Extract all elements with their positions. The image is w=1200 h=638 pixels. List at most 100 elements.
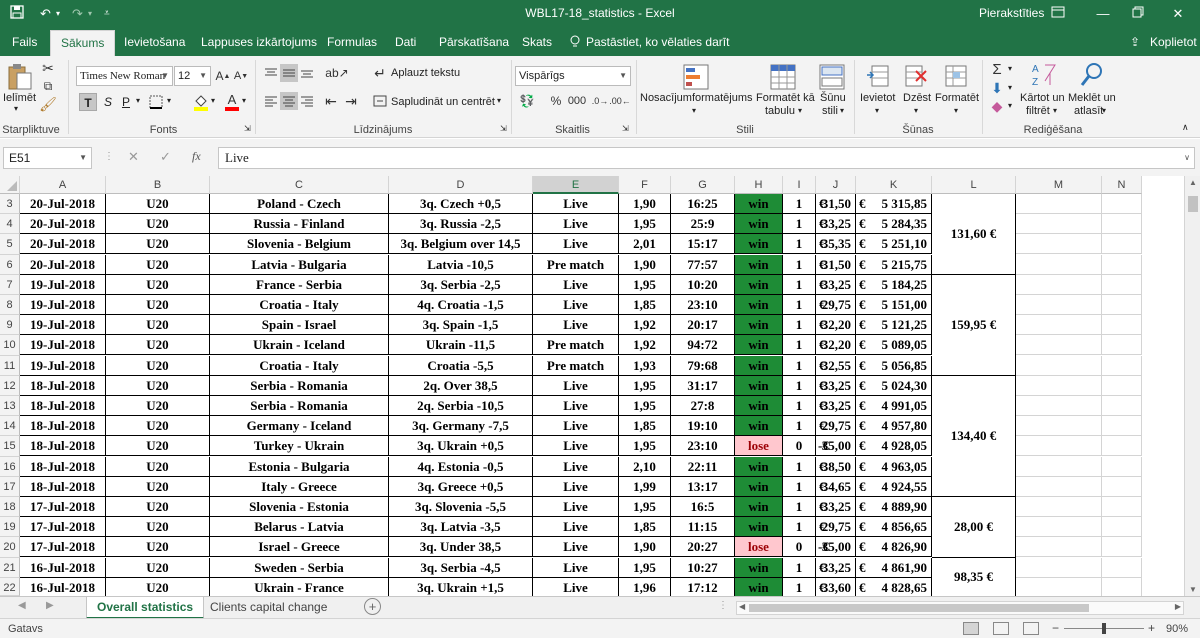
time-cell[interactable]: 20:27 xyxy=(671,537,735,558)
underline-dropdown-icon[interactable]: ▾ xyxy=(136,96,140,105)
profit-cell[interactable]: €33,60 xyxy=(816,577,856,596)
category-cell[interactable]: U20 xyxy=(106,436,210,457)
bet-cell[interactable]: 4q. Estonia -0,5 xyxy=(389,456,533,477)
bet-type-cell[interactable]: Pre match xyxy=(533,254,619,275)
row-header[interactable]: 15 xyxy=(0,436,20,457)
empty-cell[interactable] xyxy=(1102,375,1142,396)
profit-cell[interactable]: €29,75 xyxy=(816,517,856,538)
match-cell[interactable]: Ukrain - France xyxy=(210,577,389,596)
balance-cell[interactable]: €5 251,10 xyxy=(856,234,932,255)
match-cell[interactable]: Slovenia - Estonia xyxy=(210,497,389,517)
find-select-dropdown-icon[interactable]: ▾ xyxy=(1102,106,1106,115)
borders-dropdown-icon[interactable]: ▾ xyxy=(167,96,171,105)
conditional-format-icon[interactable] xyxy=(682,62,710,92)
profit-cell[interactable]: €32,20 xyxy=(816,335,856,356)
win-flag-cell[interactable]: 1 xyxy=(783,456,816,477)
decrease-decimal-icon[interactable]: .00← xyxy=(609,92,631,110)
time-cell[interactable]: 22:11 xyxy=(671,456,735,477)
bet-cell[interactable]: 3q. Greece +0,5 xyxy=(389,476,533,497)
tab-insert[interactable]: Ievietošana xyxy=(124,35,185,49)
restore-icon[interactable] xyxy=(1128,4,1148,24)
format-painter-icon[interactable]: 🖌 xyxy=(39,96,57,112)
match-cell[interactable]: Poland - Czech xyxy=(210,194,389,214)
row-header[interactable]: 21 xyxy=(0,557,20,578)
win-flag-cell[interactable]: 1 xyxy=(783,476,816,497)
row-header[interactable]: 19 xyxy=(0,517,20,538)
win-flag-cell[interactable]: 0 xyxy=(783,436,816,457)
scroll-up-icon[interactable]: ▲ xyxy=(1189,178,1197,187)
match-cell[interactable]: Latvia - Bulgaria xyxy=(210,254,389,275)
dialog-launcher-icon[interactable]: ⇲ xyxy=(244,124,251,133)
profit-cell[interactable]: €32,20 xyxy=(816,315,856,336)
add-sheet-icon[interactable]: + xyxy=(364,598,381,615)
bet-type-cell[interactable]: Live xyxy=(533,315,619,336)
win-flag-cell[interactable]: 1 xyxy=(783,396,816,416)
column-header[interactable]: H xyxy=(735,176,783,194)
odds-cell[interactable]: 1,90 xyxy=(619,254,671,275)
result-cell[interactable]: win xyxy=(735,476,783,497)
odds-cell[interactable]: 1,90 xyxy=(619,537,671,558)
bet-cell[interactable]: 3q. Belgium over 14,5 xyxy=(389,234,533,255)
balance-cell[interactable]: €4 826,90 xyxy=(856,537,932,558)
sheet-tab-overall-statistics[interactable]: Overall statistics xyxy=(86,597,205,619)
conditional-format-dropdown-icon[interactable]: ▾ xyxy=(692,106,696,115)
comma-style-icon[interactable]: 000 xyxy=(565,92,589,110)
win-flag-cell[interactable]: 1 xyxy=(783,497,816,517)
format-as-table-button[interactable]: Formatēt kā xyxy=(756,92,815,104)
win-flag-cell[interactable]: 1 xyxy=(783,335,816,356)
time-cell[interactable]: 10:20 xyxy=(671,274,735,295)
result-cell[interactable]: win xyxy=(735,315,783,336)
bet-cell[interactable]: 3q. Russia -2,5 xyxy=(389,214,533,235)
delete-dropdown-icon[interactable]: ▾ xyxy=(914,106,918,115)
zoom-slider-handle[interactable] xyxy=(1102,623,1106,634)
increase-decimal-icon[interactable]: .0→ xyxy=(591,92,609,110)
format-as-table-icon[interactable] xyxy=(769,62,797,92)
category-cell[interactable]: U20 xyxy=(106,456,210,477)
empty-cell[interactable] xyxy=(1016,315,1102,336)
share-button[interactable]: Koplietot xyxy=(1150,35,1197,49)
date-cell[interactable]: 20-Jul-2018 xyxy=(20,254,106,275)
scroll-thumb[interactable] xyxy=(749,604,1089,612)
empty-cell[interactable] xyxy=(1102,234,1142,255)
win-flag-cell[interactable]: 1 xyxy=(783,557,816,578)
match-cell[interactable]: Ukrain - Iceland xyxy=(210,335,389,356)
align-bottom-icon[interactable] xyxy=(298,64,316,82)
scroll-right-icon[interactable]: ▶ xyxy=(1175,602,1181,611)
odds-cell[interactable]: 1,85 xyxy=(619,295,671,315)
result-cell[interactable]: win xyxy=(735,416,783,437)
clear-dropdown-icon[interactable]: ▾ xyxy=(1008,101,1012,110)
bet-cell[interactable]: Ukrain -11,5 xyxy=(389,335,533,356)
result-cell[interactable]: lose xyxy=(735,537,783,558)
win-flag-cell[interactable]: 1 xyxy=(783,355,816,376)
category-cell[interactable]: U20 xyxy=(106,194,210,214)
empty-cell[interactable] xyxy=(1016,456,1102,477)
date-cell[interactable]: 18-Jul-2018 xyxy=(20,396,106,416)
align-middle-icon[interactable] xyxy=(280,64,298,82)
profit-cell[interactable]: €38,50 xyxy=(816,456,856,477)
result-cell[interactable]: win xyxy=(735,557,783,578)
match-cell[interactable]: Spain - Israel xyxy=(210,315,389,336)
date-cell[interactable]: 18-Jul-2018 xyxy=(20,416,106,437)
select-all-corner[interactable] xyxy=(0,176,20,194)
empty-cell[interactable] xyxy=(1102,274,1142,295)
align-left-icon[interactable] xyxy=(262,92,280,110)
balance-cell[interactable]: €4 889,90 xyxy=(856,497,932,517)
empty-cell[interactable] xyxy=(1102,315,1142,336)
row-header[interactable]: 18 xyxy=(0,497,20,518)
odds-cell[interactable]: 1,85 xyxy=(619,416,671,437)
tell-me-search[interactable]: Pastāstiet, ko vēlaties darīt xyxy=(586,35,729,49)
odds-cell[interactable]: 2,01 xyxy=(619,234,671,255)
daily-total-cell[interactable]: 98,35 € xyxy=(932,557,1016,596)
merge-center-icon[interactable] xyxy=(372,92,388,110)
empty-cell[interactable] xyxy=(1016,537,1102,558)
format-as-table-button-line2[interactable]: tabulu xyxy=(765,105,795,117)
bet-cell[interactable]: 3q. Serbia -2,5 xyxy=(389,274,533,295)
empty-cell[interactable] xyxy=(1016,375,1102,396)
win-flag-cell[interactable]: 1 xyxy=(783,194,816,214)
sort-filter-icon[interactable]: AZ xyxy=(1030,60,1058,90)
win-flag-cell[interactable]: 1 xyxy=(783,416,816,437)
time-cell[interactable]: 10:27 xyxy=(671,557,735,578)
grow-font-icon[interactable]: A ▲ xyxy=(215,66,231,86)
time-cell[interactable]: 20:17 xyxy=(671,315,735,336)
sheet-tab-clients-capital-change[interactable]: Clients capital change xyxy=(200,597,337,619)
